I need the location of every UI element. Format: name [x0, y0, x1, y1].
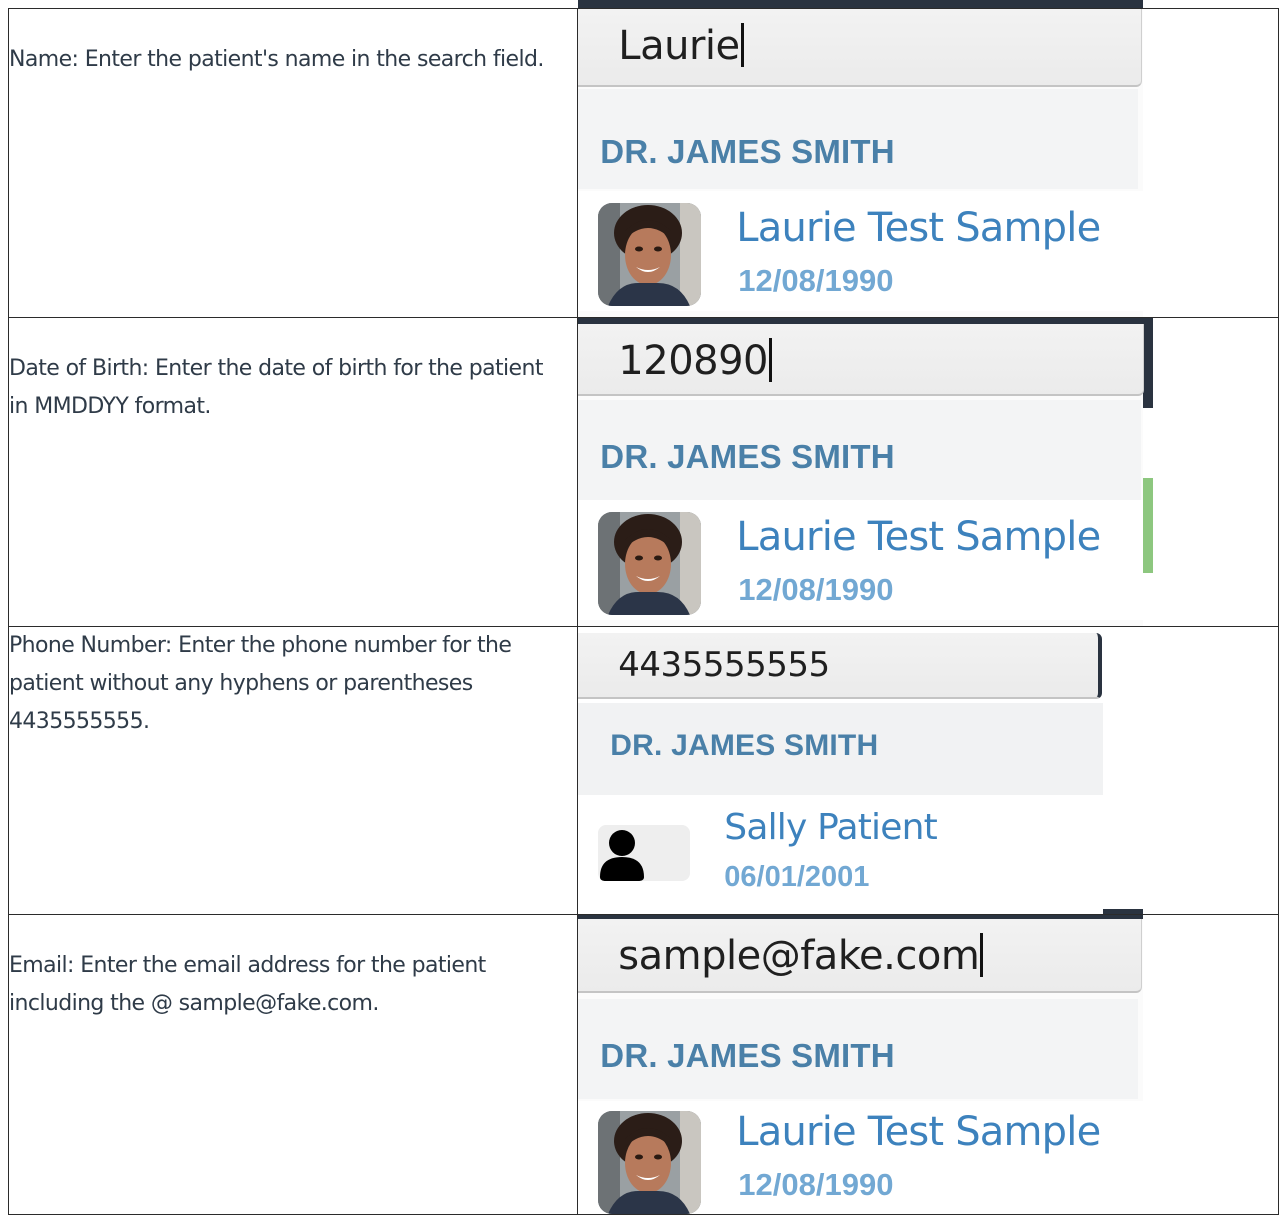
screenshot-cell: Laurie DR. JAMES SMITH Laurie Test Sampl…: [577, 8, 1279, 318]
patient-result[interactable]: Sally Patient 06/01/2001: [578, 795, 1104, 914]
search-screenshot: Laurie DR. JAMES SMITH Laurie Test Sampl…: [578, 9, 1144, 317]
patient-name: Sally Patient: [724, 807, 937, 848]
patient-result[interactable]: Laurie Test Sample 12/08/1990: [578, 191, 1144, 311]
patient-name: Laurie Test Sample: [736, 1109, 1101, 1155]
search-screenshot: 120890 DR. JAMES SMITH Laurie Test Sampl…: [578, 324, 1145, 626]
text-cursor-icon: [740, 23, 744, 67]
patient-photo-icon: [598, 203, 702, 306]
search-screenshot: 4435555555 DR. JAMES SMITH Sally Patient…: [578, 627, 1104, 914]
screenshot-side-frame: [1143, 318, 1154, 408]
screenshot-cell: sample@fake.com DR. JAMES SMITH Laurie T…: [577, 914, 1279, 1215]
table-row: Date of Birth: Enter the date of birth f…: [7, 317, 1279, 627]
doctor-group-header: DR. JAMES SMITH: [578, 999, 1139, 1099]
search-input-value: sample@fake.com: [618, 933, 984, 979]
person-icon: [598, 825, 691, 881]
table-row: Email: Enter the email address for the p…: [7, 914, 1279, 1215]
screenshot-cell: 120890 DR. JAMES SMITH Laurie Test Sampl…: [577, 317, 1279, 627]
patient-result[interactable]: Laurie Test Sample 12/08/1990: [578, 500, 1144, 620]
text-cursor-icon: [980, 933, 984, 977]
description-text: Email: Enter the email address for the p…: [9, 953, 486, 1016]
search-input[interactable]: Laurie: [578, 9, 1143, 87]
patient-dob: 12/08/1990: [738, 1167, 894, 1202]
patient-dob: 06/01/2001: [724, 861, 870, 893]
search-input-value: 120890: [618, 338, 772, 384]
description-text: Date of Birth: Enter the date of birth f…: [9, 356, 543, 419]
doctor-group-header: DR. JAMES SMITH: [578, 703, 1104, 795]
search-input-value: 4435555555: [618, 645, 830, 685]
screenshot-top-frame: [578, 0, 1143, 8]
doctor-label: DR. JAMES SMITH: [600, 133, 895, 170]
patient-dob: 12/08/1990: [738, 572, 894, 607]
text-cursor-icon: [769, 338, 772, 382]
doctor-label: DR. JAMES SMITH: [600, 1037, 895, 1074]
table-row: Name: Enter the patient's name in the se…: [7, 8, 1279, 318]
doctor-label: DR. JAMES SMITH: [600, 438, 895, 475]
search-input[interactable]: 4435555555: [578, 633, 1103, 699]
description-cell: Name: Enter the patient's name in the se…: [7, 8, 579, 318]
description-text: Name: Enter the patient's name in the se…: [9, 47, 544, 72]
doctor-group-header: DR. JAMES SMITH: [578, 89, 1139, 189]
screenshot-side-accent: [1143, 478, 1154, 573]
patient-photo-icon: [598, 512, 702, 615]
description-cell: Phone Number: Enter the phone number for…: [7, 626, 579, 915]
patient-name: Laurie Test Sample: [736, 514, 1101, 560]
patient-result[interactable]: Laurie Test Sample 12/08/1990: [578, 1101, 1144, 1214]
search-screenshot: sample@fake.com DR. JAMES SMITH Laurie T…: [578, 919, 1144, 1214]
description-cell: Date of Birth: Enter the date of birth f…: [7, 317, 579, 627]
search-input[interactable]: sample@fake.com: [578, 919, 1143, 993]
description-text: Phone Number: Enter the phone number for…: [9, 633, 512, 734]
patient-dob: 12/08/1990: [738, 263, 894, 298]
description-cell: Email: Enter the email address for the p…: [7, 914, 579, 1215]
search-input-value: Laurie: [618, 23, 744, 69]
doctor-group-header: DR. JAMES SMITH: [578, 400, 1142, 500]
patient-photo-icon: [598, 1111, 702, 1214]
patient-name: Laurie Test Sample: [736, 205, 1101, 251]
doctor-label: DR. JAMES SMITH: [610, 729, 879, 762]
search-input[interactable]: 120890: [578, 324, 1145, 396]
table-row: Phone Number: Enter the phone number for…: [7, 626, 1279, 915]
search-instructions-table: Name: Enter the patient's name in the se…: [7, 8, 1279, 1215]
screenshot-cell: 4435555555 DR. JAMES SMITH Sally Patient…: [577, 626, 1279, 915]
